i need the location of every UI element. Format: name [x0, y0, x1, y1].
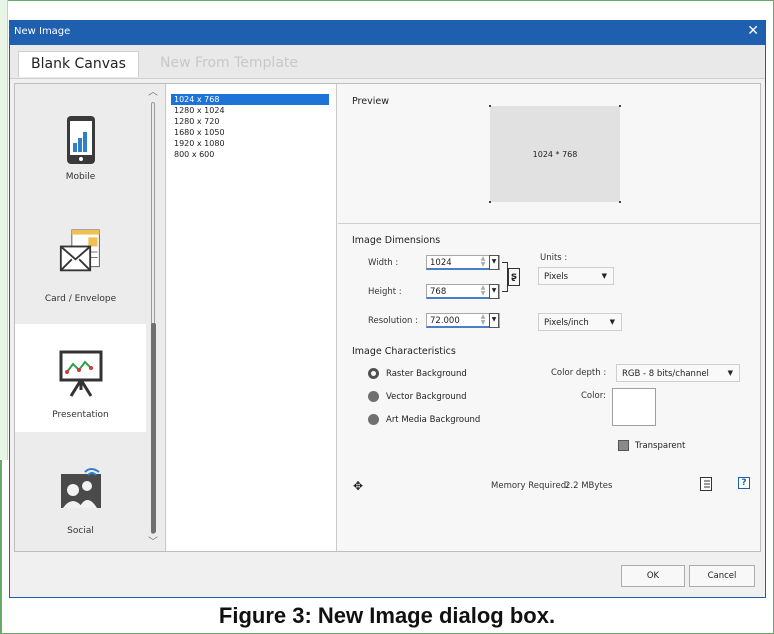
cancel-button[interactable]: Cancel: [689, 565, 755, 587]
resolution-units-value: Pixels/inch: [544, 318, 589, 328]
size-item[interactable]: 1280 x 1024: [171, 105, 329, 116]
scroll-thumb[interactable]: [151, 323, 156, 533]
help-icon[interactable]: ?: [738, 477, 750, 489]
memory-required-label: Memory Required:: [491, 481, 569, 491]
notes-icon[interactable]: [700, 477, 712, 491]
memory-required-value: 2.2 MBytes: [565, 481, 613, 491]
tab-bar: Blank Canvas New From Template: [10, 45, 765, 79]
image-settings: Image Dimensions Width : 1024 ▲ ▼ ▼ Heigh…: [338, 225, 760, 551]
category-label: Mobile: [65, 172, 96, 182]
size-item[interactable]: 1680 x 1050: [171, 127, 329, 138]
raster-background-label: Raster Background: [386, 369, 467, 379]
height-field[interactable]: 768 ▲ ▼ ▼: [426, 284, 500, 299]
resolution-label: Resolution :: [368, 316, 418, 326]
units-label: Units :: [540, 253, 568, 263]
chevron-down-icon: ▼: [609, 318, 615, 326]
size-item[interactable]: 1920 x 1080: [171, 138, 329, 149]
width-label: Width :: [368, 258, 399, 268]
raster-background-radio[interactable]: [368, 368, 379, 379]
preview-heading: Preview: [352, 96, 389, 107]
preview-size-label: 1024 * 768: [532, 150, 578, 159]
height-label: Height :: [368, 287, 402, 297]
size-item[interactable]: 1024 x 768: [171, 94, 329, 105]
scroll-down-icon[interactable]: ﹀: [148, 538, 158, 548]
category-scrollbar[interactable]: ︿ ﹀: [148, 88, 158, 548]
preview-corner-marker: [489, 201, 491, 203]
figure-caption: Figure 3: New Image dialog box.: [218, 603, 556, 628]
category-list: Mobile Card / Envelope Presentation Soci…: [15, 84, 166, 551]
color-depth-value: RGB - 8 bits/channel: [622, 369, 709, 379]
art-media-background-radio[interactable]: [368, 414, 379, 425]
dialog-title: New Image: [14, 26, 71, 37]
envelope-card-icon: [59, 229, 100, 272]
vector-background-radio[interactable]: [368, 391, 379, 402]
transparent-label: Transparent: [635, 441, 686, 451]
preview-corner-marker: [489, 105, 491, 107]
color-depth-label: Color depth :: [551, 368, 607, 378]
new-image-dialog: New Image ✕ Blank Canvas New From Templa…: [9, 20, 766, 598]
tab-new-from-template[interactable]: New From Template: [148, 51, 310, 77]
vector-background-label: Vector Background: [386, 392, 467, 402]
image-dimensions-heading: Image Dimensions: [352, 235, 441, 246]
width-dropdown-icon[interactable]: ▼: [489, 255, 499, 270]
units-value: Pixels: [544, 272, 569, 282]
category-mobile[interactable]: Mobile: [15, 98, 146, 206]
preview-panel: Preview 1024 * 768: [338, 84, 760, 224]
category-card-envelope[interactable]: Card / Envelope: [15, 208, 146, 316]
height-value: 768: [430, 287, 447, 297]
resolution-value: 72.000: [430, 316, 460, 326]
dialog-body: Mobile Card / Envelope Presentation Soci…: [14, 83, 761, 552]
resolution-spinner-icon[interactable]: ▲ ▼: [479, 314, 487, 327]
color-label: Color:: [581, 391, 606, 401]
chevron-down-icon: ▼: [601, 272, 607, 280]
size-item[interactable]: 1280 x 720: [171, 116, 329, 127]
color-depth-select[interactable]: RGB - 8 bits/channel ▼: [616, 364, 740, 382]
social-people-icon: [61, 468, 101, 508]
category-label: Card / Envelope: [44, 294, 117, 304]
units-select[interactable]: Pixels ▼: [538, 267, 614, 285]
preview-corner-marker: [619, 105, 621, 107]
art-media-background-label: Art Media Background: [386, 415, 481, 425]
size-item[interactable]: 800 x 600: [171, 149, 329, 160]
category-social[interactable]: Social: [15, 436, 146, 544]
transparent-checkbox[interactable]: [618, 440, 629, 451]
height-spinner-icon[interactable]: ▲ ▼: [479, 285, 487, 298]
mobile-phone-icon: [67, 116, 95, 164]
scroll-up-icon[interactable]: ︿: [148, 88, 158, 98]
width-spinner-icon[interactable]: ▲ ▼: [479, 256, 487, 269]
lock-aspect-link-icon[interactable]: ʂ: [508, 268, 520, 286]
category-presentation[interactable]: Presentation: [15, 324, 146, 432]
image-characteristics-heading: Image Characteristics: [352, 346, 456, 357]
dialog-footer: OK Cancel: [10, 557, 765, 597]
preview-canvas: 1024 * 768: [490, 106, 620, 202]
resolution-dropdown-icon[interactable]: ▼: [489, 313, 499, 328]
category-label: Social: [67, 526, 94, 536]
chevron-down-icon: ▼: [727, 369, 733, 377]
width-field[interactable]: 1024 ▲ ▼ ▼: [426, 255, 500, 270]
background-color-swatch[interactable]: [612, 388, 656, 426]
close-icon[interactable]: ✕: [747, 23, 759, 39]
crosshair-icon[interactable]: ✥: [353, 479, 363, 493]
preview-corner-marker: [619, 201, 621, 203]
resolution-units-select[interactable]: Pixels/inch ▼: [538, 313, 622, 331]
ok-button[interactable]: OK: [621, 565, 685, 587]
category-label: Presentation: [52, 410, 109, 420]
presentation-easel-icon: [59, 350, 103, 397]
height-dropdown-icon[interactable]: ▼: [489, 284, 499, 299]
tab-blank-canvas[interactable]: Blank Canvas: [18, 51, 139, 77]
size-list: 1024 x 768 1280 x 1024 1280 x 720 1680 x…: [167, 84, 337, 551]
width-value: 1024: [430, 258, 452, 268]
settings-panel: Preview 1024 * 768 Image Dimensions Widt…: [338, 84, 760, 551]
left-margin-strip: [0, 0, 8, 460]
title-bar: New Image ✕: [10, 21, 765, 45]
resolution-field[interactable]: 72.000 ▲ ▼ ▼: [426, 313, 500, 328]
